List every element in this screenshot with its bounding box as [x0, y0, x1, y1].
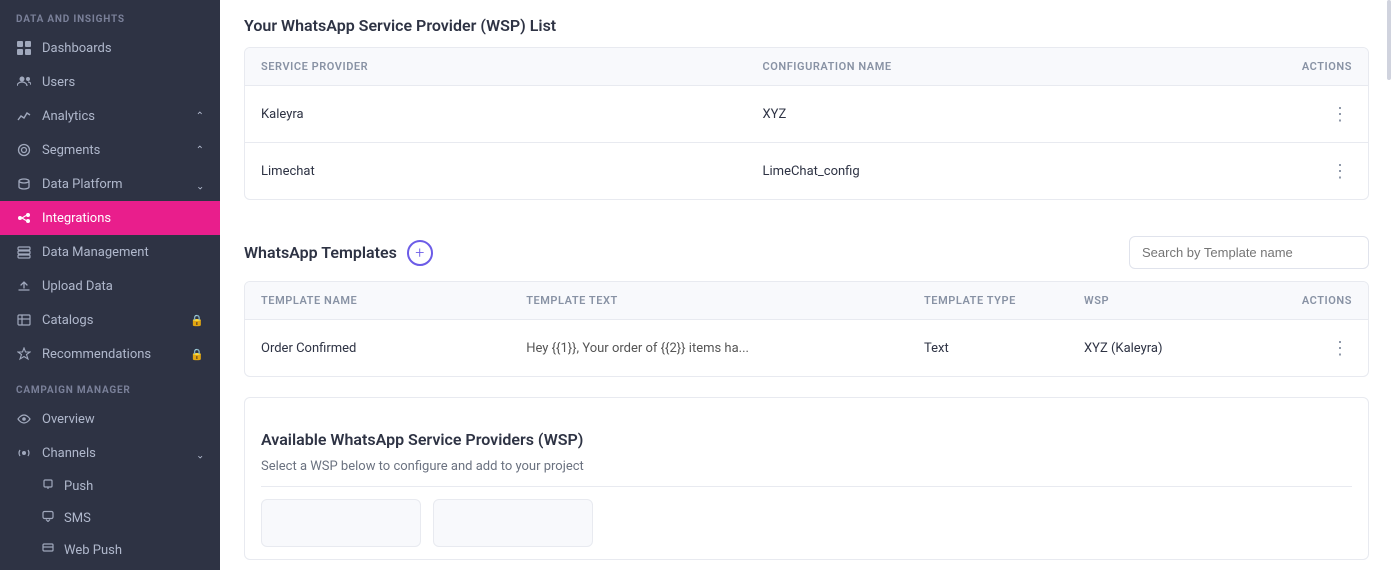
sidebar-item-label: Analytics	[42, 109, 95, 124]
template-col-name: TEMPLATE NAME	[245, 282, 510, 319]
sms-icon	[42, 510, 54, 526]
table-row: Order Confirmed Hey {{1}}, Your order of…	[245, 320, 1368, 376]
push-icon	[42, 478, 54, 494]
lock-icon: 🔒	[190, 314, 204, 327]
templates-section-header: WhatsApp Templates +	[244, 220, 1369, 281]
wsp-col-config-name: CONFIGURATION NAME	[747, 48, 1249, 85]
main-content: Your WhatsApp Service Provider (WSP) Lis…	[220, 0, 1393, 570]
wsp-col-actions: ACTIONS	[1248, 48, 1368, 85]
sidebar-section-campaign: CAMPAIGN MANAGER	[0, 371, 220, 402]
sidebar-item-label: Data Platform	[42, 177, 123, 192]
sidebar-sub-item-sms[interactable]: SMS	[0, 502, 220, 534]
wsp-row2-actions: ⋮	[1248, 143, 1368, 199]
available-wsp-container: Available WhatsApp Service Providers (WS…	[244, 397, 1369, 560]
row-actions-menu-button[interactable]: ⋮	[1328, 336, 1352, 360]
sidebar-item-channels[interactable]: Channels ⌃	[0, 436, 220, 470]
wsp-row2-provider: Limechat	[245, 148, 747, 195]
template-row1-name: Order Confirmed	[245, 325, 510, 372]
sidebar-sub-item-label: Push	[64, 479, 93, 494]
sidebar-item-integrations[interactable]: Integrations	[0, 201, 220, 235]
sidebar-item-users[interactable]: Users	[0, 65, 220, 99]
sidebar-sub-item-label: Web Push	[64, 543, 122, 558]
recommend-icon	[16, 346, 32, 362]
sidebar-sub-item-web-push[interactable]: Web Push	[0, 534, 220, 566]
sidebar-item-label: Integrations	[42, 211, 111, 226]
row-actions-menu-button[interactable]: ⋮	[1328, 102, 1352, 126]
wsp-row1-provider: Kaleyra	[245, 91, 747, 138]
wsp-section-title: Your WhatsApp Service Provider (WSP) Lis…	[244, 0, 1369, 47]
sidebar-sub-item-push[interactable]: Push	[0, 470, 220, 502]
chevron-down-icon: ⌃	[196, 145, 204, 156]
templates-title-group: WhatsApp Templates +	[244, 240, 433, 266]
sidebar-item-label: Recommendations	[42, 347, 151, 362]
table-row: Kaleyra XYZ ⋮	[245, 86, 1368, 143]
search-template-input[interactable]	[1129, 236, 1369, 269]
sidebar-item-label: Users	[42, 75, 75, 90]
integrations-icon	[16, 210, 32, 226]
segment-icon	[16, 142, 32, 158]
sidebar-item-overview[interactable]: Overview	[0, 402, 220, 436]
sidebar-item-data-management[interactable]: Data Management	[0, 235, 220, 269]
upload-icon	[16, 278, 32, 294]
chevron-down-icon: ⌃	[196, 111, 204, 122]
platform-icon	[16, 176, 32, 192]
template-row1-type: Text	[908, 325, 1068, 372]
sidebar-item-segments[interactable]: Segments ⌃	[0, 133, 220, 167]
template-col-text: TEMPLATE TEXT	[510, 282, 908, 319]
template-col-wsp: WSP	[1068, 282, 1248, 319]
chart-icon	[16, 108, 32, 124]
wsp-table-header: SERVICE PROVIDER CONFIGURATION NAME ACTI…	[245, 48, 1368, 86]
wsp-row1-actions: ⋮	[1248, 86, 1368, 142]
sidebar-item-label: Segments	[42, 143, 100, 158]
sidebar-item-label: Channels	[42, 446, 96, 461]
sidebar-item-catalogs[interactable]: Catalogs 🔒	[0, 303, 220, 337]
sidebar-item-label: Upload Data	[42, 279, 113, 294]
sidebar-item-data-platform[interactable]: Data Platform ⌃	[0, 167, 220, 201]
sidebar-sub-item-label: SMS	[64, 511, 91, 526]
data-mgmt-icon	[16, 244, 32, 260]
sidebar-item-label: Data Management	[42, 245, 149, 260]
row-actions-menu-button[interactable]: ⋮	[1328, 159, 1352, 183]
wsp-row1-config: XYZ	[747, 91, 1249, 138]
chevron-up-icon: ⌃	[196, 448, 204, 459]
sidebar-item-analytics[interactable]: Analytics ⌃	[0, 99, 220, 133]
webpush-icon	[42, 542, 54, 558]
sidebar: DATA AND INSIGHTS Dashboards Users Analy…	[0, 0, 220, 570]
wsp-col-service-provider: SERVICE PROVIDER	[245, 48, 747, 85]
chevron-up-icon: ⌃	[196, 179, 204, 190]
lock-icon: 🔒	[190, 348, 204, 361]
template-row1-text: Hey {{1}}, Your order of {{2}} items ha.…	[510, 325, 908, 372]
channels-icon	[16, 445, 32, 461]
sidebar-item-label: Catalogs	[42, 313, 93, 328]
template-row1-wsp: XYZ (Kaleyra)	[1068, 325, 1248, 372]
template-col-actions: ACTIONS	[1248, 282, 1368, 319]
sidebar-item-label: Dashboards	[42, 41, 112, 56]
catalog-icon	[16, 312, 32, 328]
wsp-table: SERVICE PROVIDER CONFIGURATION NAME ACTI…	[244, 47, 1369, 200]
available-wsp-title: Available WhatsApp Service Providers (WS…	[261, 414, 1352, 459]
wsp-row2-config: LimeChat_config	[747, 148, 1249, 195]
table-row: Limechat LimeChat_config ⋮	[245, 143, 1368, 199]
sidebar-item-label: Overview	[42, 412, 95, 427]
grid-icon	[16, 40, 32, 56]
sidebar-item-dashboards[interactable]: Dashboards	[0, 31, 220, 65]
available-wsp-description: Select a WSP below to configure and add …	[261, 459, 1352, 487]
template-col-type: TEMPLATE TYPE	[908, 282, 1068, 319]
sidebar-section-data: DATA AND INSIGHTS	[0, 0, 220, 31]
templates-title-text: WhatsApp Templates	[244, 243, 397, 262]
templates-table: TEMPLATE NAME TEMPLATE TEXT TEMPLATE TYP…	[244, 281, 1369, 377]
add-template-button[interactable]: +	[407, 240, 433, 266]
eye-icon	[16, 411, 32, 427]
sidebar-sub-item-email[interactable]: Email	[0, 566, 220, 570]
templates-table-header: TEMPLATE NAME TEMPLATE TEXT TEMPLATE TYP…	[245, 282, 1368, 320]
template-row1-actions: ⋮	[1248, 320, 1368, 376]
sidebar-item-upload-data[interactable]: Upload Data	[0, 269, 220, 303]
users-icon	[16, 74, 32, 90]
available-wsp-section: Available WhatsApp Service Providers (WS…	[244, 397, 1369, 560]
sidebar-item-recommendations[interactable]: Recommendations 🔒	[0, 337, 220, 371]
